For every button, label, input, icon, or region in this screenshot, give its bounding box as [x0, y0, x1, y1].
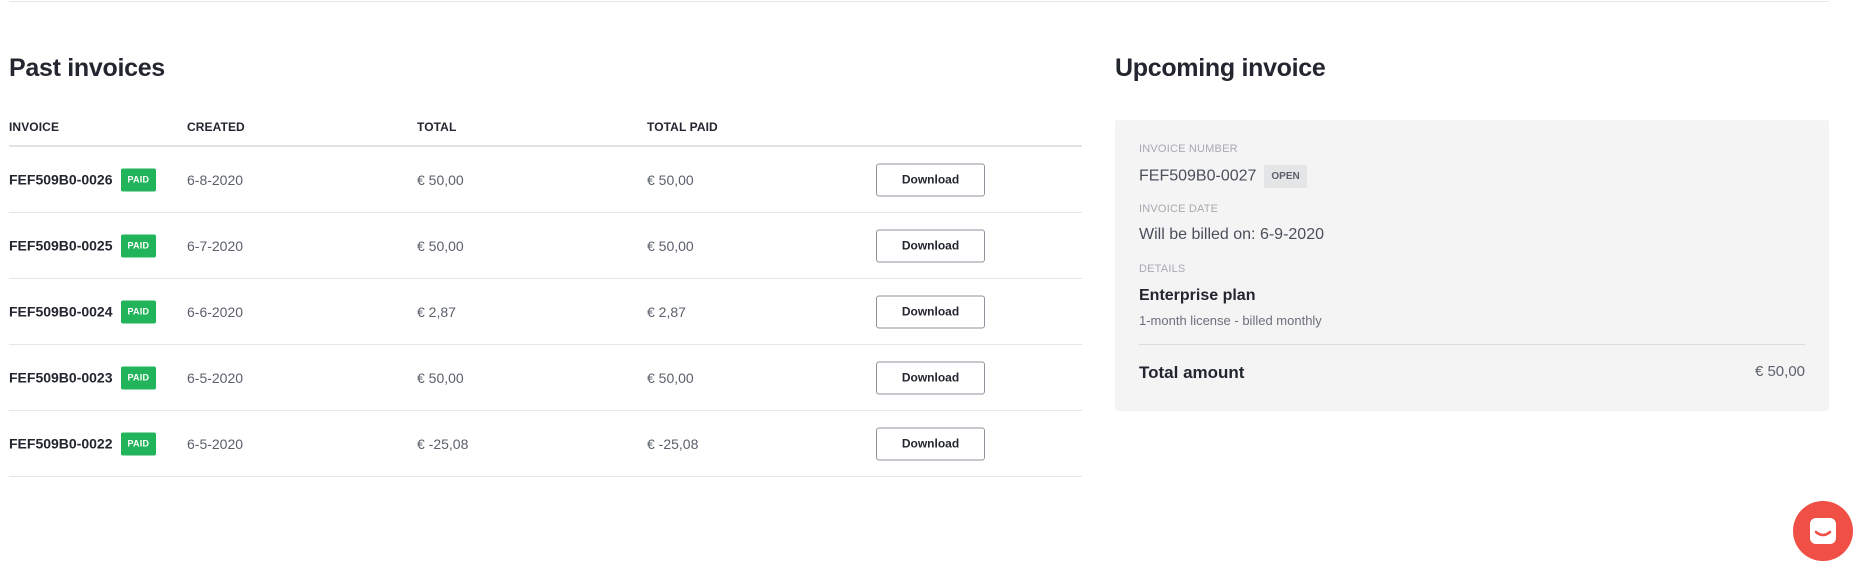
download-button[interactable]: Download	[876, 361, 985, 394]
invoice-total-paid: € 2,87	[647, 303, 686, 320]
paid-status-badge: PAID	[120, 300, 157, 323]
download-button[interactable]: Download	[876, 295, 985, 328]
download-button[interactable]: Download	[876, 427, 985, 460]
upcoming-invoice-number: FEF509B0-0027	[1139, 167, 1257, 185]
action-cell: Download	[876, 163, 985, 196]
paid-status-badge: PAID	[120, 432, 157, 455]
plan-name: Enterprise plan	[1139, 287, 1256, 304]
total-amount-label: Total amount	[1139, 363, 1245, 382]
table-row: FEF509B0-0022 PAID 6-5-2020 € -25,08 € -…	[9, 411, 1082, 477]
invoice-number-row: FEF509B0-0027 OPEN	[1139, 165, 1307, 188]
past-invoices-section: Past invoices INVOICE CREATED TOTAL TOTA…	[9, 52, 1082, 477]
created-date: 6-5-2020	[187, 435, 244, 452]
details-label: DETAILS	[1139, 263, 1186, 275]
invoice-total-paid: € 50,00	[647, 237, 694, 254]
created-date: 6-7-2020	[187, 237, 244, 254]
chat-bubble-icon	[1810, 518, 1836, 544]
invoice-total: € -25,08	[417, 435, 469, 452]
download-button[interactable]: Download	[876, 229, 985, 262]
top-divider	[9, 1, 1829, 2]
column-header-total: TOTAL	[417, 120, 457, 134]
card-divider	[1139, 344, 1805, 345]
table-row: FEF509B0-0026 PAID 6-8-2020 € 50,00 € 50…	[9, 147, 1082, 213]
action-cell: Download	[876, 361, 985, 394]
total-amount-value: € 50,00	[1754, 363, 1805, 380]
plan-description: 1-month license - billed monthly	[1139, 313, 1322, 328]
invoice-total-paid: € 50,00	[647, 171, 694, 188]
action-cell: Download	[876, 295, 985, 328]
upcoming-invoice-section: Upcoming invoice INVOICE NUMBER FEF509B0…	[1115, 52, 1829, 411]
invoice-id-cell: FEF509B0-0026 PAID	[9, 168, 157, 191]
open-status-badge: OPEN	[1264, 165, 1307, 188]
invoice-number: FEF509B0-0022	[9, 435, 113, 452]
table-row: FEF509B0-0025 PAID 6-7-2020 € 50,00 € 50…	[9, 213, 1082, 279]
table-row: FEF509B0-0024 PAID 6-6-2020 € 2,87 € 2,8…	[9, 279, 1082, 345]
invoice-id-cell: FEF509B0-0025 PAID	[9, 234, 157, 257]
invoice-id-cell: FEF509B0-0022 PAID	[9, 432, 157, 455]
invoice-date-label: INVOICE DATE	[1139, 203, 1219, 215]
past-invoices-title: Past invoices	[9, 54, 165, 82]
invoice-total: € 50,00	[417, 369, 464, 386]
invoice-total: € 2,87	[417, 303, 456, 320]
invoice-date-value: Will be billed on: 6-9-2020	[1139, 226, 1324, 243]
paid-status-badge: PAID	[120, 234, 157, 257]
invoice-number: FEF509B0-0026	[9, 171, 113, 188]
action-cell: Download	[876, 229, 985, 262]
invoice-total-paid: € 50,00	[647, 369, 694, 386]
invoice-id-cell: FEF509B0-0023 PAID	[9, 366, 157, 389]
column-header-invoice: INVOICE	[9, 120, 60, 134]
action-cell: Download	[876, 427, 985, 460]
invoice-total: € 50,00	[417, 237, 464, 254]
download-button[interactable]: Download	[876, 163, 985, 196]
chat-launcher-button[interactable]	[1793, 501, 1853, 561]
upcoming-invoice-title: Upcoming invoice	[1115, 54, 1326, 82]
column-header-created: CREATED	[187, 120, 245, 134]
upcoming-invoice-card: INVOICE NUMBER FEF509B0-0027 OPEN INVOICE…	[1115, 120, 1829, 411]
invoice-total-paid: € -25,08	[647, 435, 699, 452]
paid-status-badge: PAID	[120, 168, 157, 191]
invoice-number-label: INVOICE NUMBER	[1139, 143, 1238, 155]
invoice-number: FEF509B0-0023	[9, 369, 113, 386]
created-date: 6-8-2020	[187, 171, 244, 188]
invoice-total: € 50,00	[417, 171, 464, 188]
invoices-table-header: INVOICE CREATED TOTAL TOTAL PAID	[9, 120, 1082, 147]
column-header-total-paid: TOTAL PAID	[647, 120, 718, 134]
created-date: 6-5-2020	[187, 369, 244, 386]
invoice-number: FEF509B0-0024	[9, 303, 113, 320]
invoice-id-cell: FEF509B0-0024 PAID	[9, 300, 157, 323]
table-row: FEF509B0-0023 PAID 6-5-2020 € 50,00 € 50…	[9, 345, 1082, 411]
created-date: 6-6-2020	[187, 303, 244, 320]
paid-status-badge: PAID	[120, 366, 157, 389]
invoice-number: FEF509B0-0025	[9, 237, 113, 254]
